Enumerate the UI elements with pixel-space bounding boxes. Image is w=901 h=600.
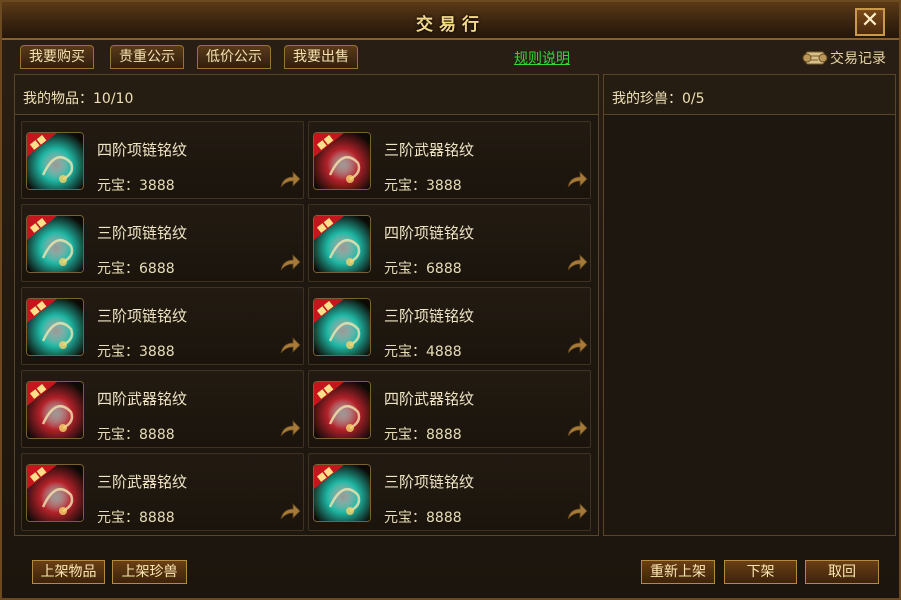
- list-pet-button[interactable]: 上架珍兽: [112, 560, 187, 584]
- item-name: 三阶项链铭纹: [384, 473, 475, 491]
- item-price: 元宝：8888: [97, 510, 175, 526]
- item-name: 三阶项链铭纹: [384, 307, 475, 325]
- item-name: 四阶项链铭纹: [384, 224, 475, 242]
- item-price: 元宝：8888: [384, 427, 462, 443]
- item-name: 三阶项链铭纹: [97, 307, 188, 325]
- item-name: 三阶武器铭纹: [384, 141, 475, 159]
- tab-lowprice-notice[interactable]: 低价公示: [197, 45, 271, 69]
- list-item[interactable]: ■■ 四阶武器铭纹 元宝：8888: [308, 370, 591, 448]
- necklace-inscription-icon: ■■: [313, 215, 371, 273]
- item-price: 元宝：8888: [97, 427, 175, 443]
- item-price: 元宝：6888: [384, 261, 462, 277]
- list-item[interactable]: ■■ 三阶项链铭纹 元宝：6888: [21, 204, 304, 282]
- share-arrow-icon[interactable]: [279, 503, 301, 521]
- trade-records-button[interactable]: 交易记录: [802, 46, 886, 70]
- tab-sell[interactable]: 我要出售: [284, 45, 358, 69]
- share-arrow-icon[interactable]: [279, 420, 301, 438]
- list-item[interactable]: ■■ 四阶项链铭纹 元宝：6888: [308, 204, 591, 282]
- list-item[interactable]: ■■ 三阶项链铭纹 元宝：4888: [308, 287, 591, 365]
- close-button[interactable]: ✕: [855, 8, 885, 36]
- my-items-header: 我的物品：10/10: [15, 75, 598, 115]
- close-icon: ✕: [860, 8, 880, 33]
- weapon-inscription-icon: ■■: [313, 132, 371, 190]
- item-name: 三阶项链铭纹: [97, 224, 188, 242]
- item-price: 元宝：3888: [97, 178, 175, 194]
- item-price: 元宝：3888: [97, 344, 175, 360]
- tab-buy[interactable]: 我要购买: [20, 45, 94, 69]
- list-item[interactable]: ■■ 三阶武器铭纹 元宝：8888: [21, 453, 304, 531]
- share-arrow-icon[interactable]: [566, 254, 588, 272]
- relist-button[interactable]: 重新上架: [641, 560, 715, 584]
- list-item[interactable]: ■■ 三阶项链铭纹 元宝：8888: [308, 453, 591, 531]
- necklace-inscription-icon: ■■: [313, 464, 371, 522]
- necklace-inscription-icon: ■■: [26, 132, 84, 190]
- necklace-inscription-icon: ■■: [313, 298, 371, 356]
- list-item[interactable]: ■■ 三阶武器铭纹 元宝：3888: [308, 121, 591, 199]
- window-title: 交易行: [416, 15, 485, 35]
- scroll-icon: [802, 51, 828, 65]
- my-pets-panel: 我的珍兽：0/5: [603, 74, 896, 536]
- share-arrow-icon[interactable]: [279, 337, 301, 355]
- share-arrow-icon[interactable]: [566, 337, 588, 355]
- tab-valuable-notice[interactable]: 贵重公示: [110, 45, 184, 69]
- weapon-inscription-icon: ■■: [26, 464, 84, 522]
- share-arrow-icon[interactable]: [566, 503, 588, 521]
- weapon-inscription-icon: ■■: [26, 381, 84, 439]
- list-item[interactable]: ■■ 四阶项链铭纹 元宝：3888: [21, 121, 304, 199]
- trade-records-label: 交易记录: [830, 51, 886, 67]
- share-arrow-icon[interactable]: [566, 171, 588, 189]
- title-bar: 交易行 ✕: [2, 2, 899, 40]
- item-name: 四阶项链铭纹: [97, 141, 188, 159]
- item-price: 元宝：4888: [384, 344, 462, 360]
- necklace-inscription-icon: ■■: [26, 298, 84, 356]
- share-arrow-icon[interactable]: [279, 254, 301, 272]
- item-price: 元宝：3888: [384, 178, 462, 194]
- item-price: 元宝：8888: [384, 510, 462, 526]
- share-arrow-icon[interactable]: [279, 171, 301, 189]
- item-price: 元宝：6888: [97, 261, 175, 277]
- list-item[interactable]: ■■ 四阶武器铭纹 元宝：8888: [21, 370, 304, 448]
- delist-button[interactable]: 下架: [724, 560, 797, 584]
- share-arrow-icon[interactable]: [566, 420, 588, 438]
- retrieve-button[interactable]: 取回: [805, 560, 879, 584]
- item-name: 三阶武器铭纹: [97, 473, 188, 491]
- list-item-button[interactable]: 上架物品: [32, 560, 105, 584]
- trading-window: 交易行 ✕ 我要购买 贵重公示 低价公示 我要出售 规则说明 交易记录 我的物品…: [0, 0, 901, 600]
- item-name: 四阶武器铭纹: [97, 390, 188, 408]
- rules-link[interactable]: 规则说明: [514, 48, 570, 68]
- weapon-inscription-icon: ■■: [313, 381, 371, 439]
- necklace-inscription-icon: ■■: [26, 215, 84, 273]
- list-item[interactable]: ■■ 三阶项链铭纹 元宝：3888: [21, 287, 304, 365]
- my-pets-header: 我的珍兽：0/5: [604, 75, 895, 115]
- item-name: 四阶武器铭纹: [384, 390, 475, 408]
